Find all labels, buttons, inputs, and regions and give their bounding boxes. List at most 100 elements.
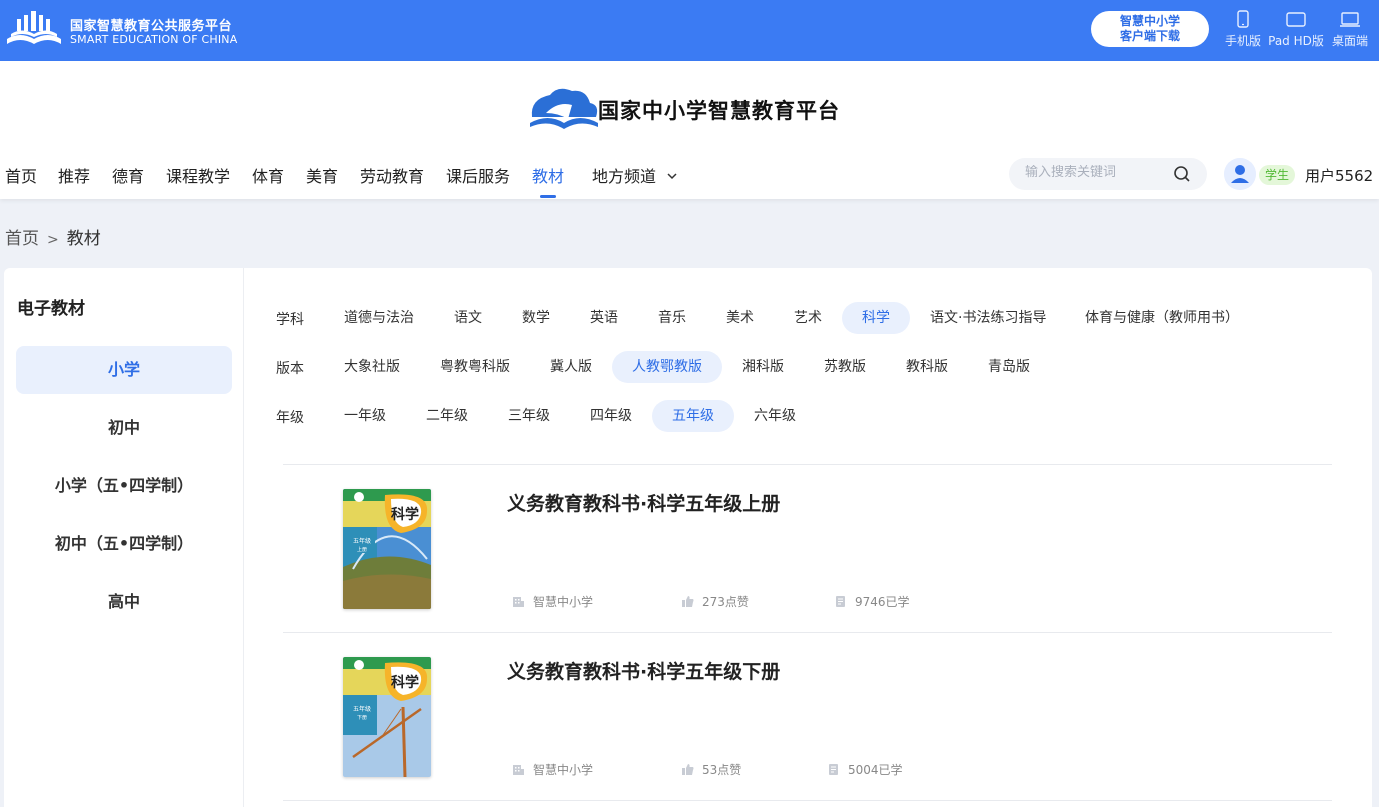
book-cover-image: 科学 五年级 上册 (343, 489, 431, 609)
book-cover[interactable]: 科学 五年级 上册 (343, 489, 431, 609)
grade-chip[interactable]: 四年级 (570, 400, 652, 432)
book-publisher: 智慧中小学 (512, 593, 593, 610)
avatar[interactable] (1224, 158, 1256, 190)
sidebar-item-primary[interactable]: 小学 (16, 346, 232, 394)
edition-chip-selected[interactable]: 人教鄂教版 (612, 351, 722, 383)
edition-chip[interactable]: 湘科版 (722, 351, 804, 383)
client-download-button[interactable]: 智慧中小学 客户端下载 (1091, 11, 1209, 47)
grade-chip-selected[interactable]: 五年级 (652, 400, 734, 432)
book-cover-grade: 五年级 (353, 537, 371, 545)
nav-local-channel[interactable]: 地方频道 (592, 163, 677, 187)
book-likes: 53点赞 (681, 761, 741, 778)
book-cover[interactable]: 科学 五年级 下册 (343, 657, 431, 777)
site-title[interactable]: 国家中小学智慧教育平台 (598, 95, 840, 125)
building-icon (513, 765, 524, 775)
nav-after-school[interactable]: 课后服务 (446, 163, 510, 187)
building-icon (513, 597, 524, 607)
device-tablet-label: Pad HD版 (1268, 34, 1324, 48)
subject-chip[interactable]: 艺术 (774, 302, 842, 334)
edition-chip[interactable]: 粤教粤科版 (420, 351, 530, 383)
book-card[interactable]: 科学 五年级 下册 义务教育教科书·科学五年级下册 智慧中小学 53点赞 500… (283, 633, 1332, 801)
grade-chip[interactable]: 六年级 (734, 400, 816, 432)
book-publisher-label: 智慧中小学 (533, 763, 594, 777)
username[interactable]: 用户5562 (1305, 165, 1373, 186)
edition-chip[interactable]: 大象社版 (324, 351, 420, 383)
thumbs-up-icon (682, 596, 694, 607)
breadcrumb: 首页 > 教材 (5, 224, 101, 249)
book-cover-volume: 下册 (357, 715, 367, 721)
book-cover-grade: 五年级 (353, 705, 371, 713)
edition-filter-label: 版本 (276, 361, 304, 377)
grade-chip[interactable]: 二年级 (406, 400, 488, 432)
subject-chip[interactable]: 美术 (706, 302, 774, 334)
breadcrumb-separator: > (47, 232, 59, 248)
book-title[interactable]: 义务教育教科书·科学五年级下册 (507, 657, 780, 684)
device-phone-label: 手机版 (1224, 34, 1261, 48)
book-title[interactable]: 义务教育教科书·科学五年级上册 (507, 489, 780, 516)
grade-filter-label: 年级 (276, 410, 304, 426)
subject-chip[interactable]: 体育与健康（教师用书） (1065, 302, 1259, 334)
book-likes: 273点赞 (681, 593, 749, 610)
book-cover-volume: 上册 (357, 546, 367, 553)
edition-chip[interactable]: 教科版 (886, 351, 968, 383)
download-line-1: 智慧中小学 (1119, 14, 1180, 28)
site-header: 国家中小学智慧教育平台 首页 推荐 德育 课程教学 体育 美育 劳动教育 课后服… (0, 61, 1379, 199)
nav-active-indicator (540, 195, 556, 198)
textbook-panel: 电子教材 小学 初中 小学（五•四学制） 初中（五•四学制） 高中 学科 道德与… (4, 268, 1372, 807)
device-desktop[interactable]: 桌面端 (1320, 10, 1379, 49)
sidebar-item-primary-54[interactable]: 小学（五•四学制） (16, 462, 232, 510)
sidebar: 电子教材 小学 初中 小学（五•四学制） 初中（五•四学制） 高中 (4, 268, 244, 807)
grade-chip[interactable]: 一年级 (324, 400, 406, 432)
nav-local-channel-label: 地方频道 (592, 167, 657, 186)
nav-moral[interactable]: 德育 (112, 163, 144, 187)
subject-chip[interactable]: 数学 (502, 302, 570, 334)
book-card[interactable]: 科学 五年级 上册 义务教育教科书·科学五年级上册 智慧中小学 273点赞 97… (283, 465, 1332, 633)
book-learners: 5004已学 (827, 761, 903, 778)
nav-sports[interactable]: 体育 (252, 163, 284, 187)
nav-textbooks[interactable]: 教材 (532, 163, 564, 187)
nav-arts[interactable]: 美育 (306, 163, 338, 187)
brand-name-cn: 国家智慧教育公共服务平台 (70, 19, 233, 34)
subject-chip[interactable]: 语文·书法练习指导 (910, 302, 1066, 334)
device-desktop-label: 桌面端 (1331, 34, 1368, 48)
grade-chip[interactable]: 三年级 (488, 400, 570, 432)
book-learners-label: 5004已学 (848, 763, 903, 777)
edition-chip[interactable]: 青岛版 (968, 351, 1050, 383)
nav-courses[interactable]: 课程教学 (166, 163, 230, 187)
breadcrumb-current: 教材 (66, 229, 101, 249)
edition-chip[interactable]: 冀人版 (530, 351, 612, 383)
smart-education-logo-icon[interactable] (5, 9, 63, 51)
book-learners-label: 9746已学 (855, 595, 910, 609)
chevron-down-icon (667, 173, 677, 180)
device-tablet[interactable]: Pad HD版 (1266, 10, 1326, 49)
edition-chip[interactable]: 苏教版 (804, 351, 886, 383)
sidebar-item-senior[interactable]: 高中 (16, 578, 232, 626)
tablet-icon (1286, 12, 1306, 27)
thumbs-up-icon (682, 764, 694, 775)
subject-chip[interactable]: 英语 (570, 302, 638, 334)
brand-name-en: SMART EDUCATION OF CHINA (70, 33, 238, 46)
book-cover-subject: 科学 (391, 674, 419, 691)
subject-chip[interactable]: 道德与法治 (324, 302, 434, 334)
nav-recommend[interactable]: 推荐 (58, 163, 90, 187)
sidebar-item-junior-54[interactable]: 初中（五•四学制） (16, 520, 232, 568)
site-logo-icon[interactable] (528, 83, 600, 135)
notebook-icon (836, 596, 845, 607)
device-phone[interactable]: 手机版 (1213, 10, 1273, 49)
nav-home[interactable]: 首页 (5, 163, 37, 187)
student-role-badge: 学生 (1259, 165, 1295, 185)
subject-chip[interactable]: 音乐 (638, 302, 706, 334)
subject-chip-selected[interactable]: 科学 (842, 302, 910, 334)
subject-filter-label: 学科 (276, 312, 304, 328)
sidebar-title: 电子教材 (17, 299, 85, 319)
search-icon[interactable] (1173, 165, 1191, 183)
subject-chip[interactable]: 语文 (434, 302, 502, 334)
search-input[interactable] (1025, 165, 1165, 180)
divider (283, 800, 1332, 801)
book-learners: 9746已学 (834, 593, 910, 610)
breadcrumb-home[interactable]: 首页 (5, 229, 39, 249)
nav-labor[interactable]: 劳动教育 (360, 163, 424, 187)
book-likes-label: 53点赞 (702, 763, 742, 777)
sidebar-item-junior[interactable]: 初中 (16, 404, 232, 452)
laptop-icon (1340, 12, 1360, 27)
